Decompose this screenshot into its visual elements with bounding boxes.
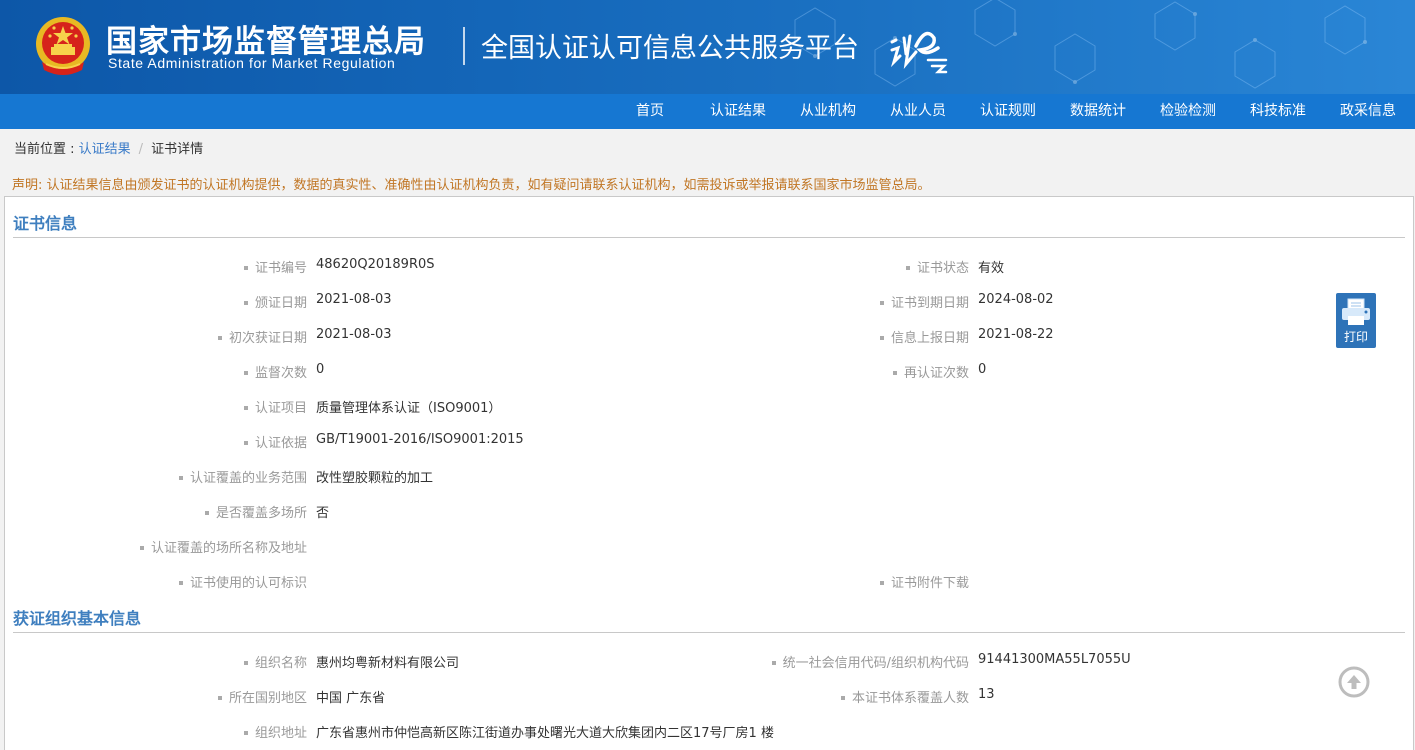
field-label: 证书使用的认可标识 (5, 572, 307, 591)
print-button[interactable]: 打印 (1336, 293, 1376, 348)
cert-section-title: 证书信息 (13, 214, 78, 233)
business-scope-value: 改性塑胶颗粒的加工 (316, 471, 434, 486)
field-label: 再认证次数 (665, 362, 969, 381)
field-label: 认证覆盖的场所名称及地址 (5, 537, 307, 556)
attachment-download-label[interactable]: 证书附件下载 (665, 572, 969, 591)
nav-item-institutions[interactable]: 从业机构 (800, 94, 856, 129)
disclaimer-notice: 声明: 认证结果信息由颁发证书的认证机构提供，数据的真实性、准确性由认证机构负责… (12, 178, 931, 193)
nav-item-home[interactable]: 首页 (636, 94, 664, 129)
field-label: 初次获证日期 (5, 327, 307, 346)
credit-code-value: 91441300MA55L7055U (978, 652, 1131, 667)
nav-item-cert-results[interactable]: 认证结果 (710, 94, 766, 129)
field-label: 信息上报日期 (665, 327, 969, 346)
back-to-top-icon[interactable] (1338, 666, 1370, 698)
region-value: 中国 广东省 (316, 691, 386, 706)
issue-date-value: 2021-08-03 (316, 292, 392, 307)
main-nav: 首页 认证结果 从业机构 从业人员 认证规则 数据统计 检验检测 科技标准 政采… (0, 94, 1415, 129)
field-label: 颁证日期 (5, 292, 307, 311)
field-label: 证书到期日期 (665, 292, 969, 311)
org-name-en: State Administration for Market Regulati… (108, 55, 396, 71)
site-header: 国家市场监督管理总局 State Administration for Mark… (0, 0, 1415, 94)
platform-title: 全国认证认可信息公共服务平台 (481, 33, 859, 64)
org-name-value: 惠州均粤新材料有限公司 (316, 656, 460, 671)
cert-basis-value: GB/T19001-2016/ISO9001:2015 (316, 432, 524, 447)
multi-site-value: 否 (316, 506, 330, 521)
renyun-logo-icon (890, 31, 948, 74)
header-divider (463, 27, 465, 65)
field-label: 所在国别地区 (5, 687, 307, 706)
print-label: 打印 (1343, 330, 1368, 344)
cert-number-value: 48620Q20189R0S (316, 257, 435, 272)
cert-status-value: 有效 (978, 261, 1005, 276)
nav-item-inspection[interactable]: 检验检测 (1160, 94, 1216, 129)
field-label: 认证项目 (5, 397, 307, 416)
nav-item-procurement[interactable]: 政采信息 (1340, 94, 1396, 129)
report-date-value: 2021-08-22 (978, 327, 1054, 342)
field-label: 是否覆盖多场所 (5, 502, 307, 521)
breadcrumb-current: 证书详情 (151, 142, 204, 157)
field-label: 监督次数 (5, 362, 307, 381)
field-label: 证书编号 (5, 257, 307, 276)
cert-project-value: 质量管理体系认证（ISO9001） (316, 401, 502, 416)
nav-item-standards[interactable]: 科技标准 (1250, 94, 1306, 129)
section-divider (13, 237, 1405, 238)
nav-item-personnel[interactable]: 从业人员 (890, 94, 946, 129)
field-label: 证书状态 (665, 257, 969, 276)
field-label: 组织名称 (5, 652, 307, 671)
field-label: 本证书体系覆盖人数 (665, 687, 969, 706)
breadcrumb-separator: / (138, 142, 144, 157)
recert-count-value: 0 (978, 362, 987, 377)
first-cert-date-value: 2021-08-03 (316, 327, 392, 342)
org-section-title: 获证组织基本信息 (13, 609, 142, 628)
nav-item-statistics[interactable]: 数据统计 (1070, 94, 1126, 129)
section-divider (13, 632, 1405, 633)
detail-panel: 证书信息 证书编号 48620Q20189R0S 颁证日期 2021-08-03… (4, 196, 1414, 750)
printer-icon (1342, 298, 1370, 325)
breadcrumb-prefix: 当前位置 : (14, 142, 79, 157)
breadcrumb: 当前位置 : 认证结果 / 证书详情 (14, 138, 203, 157)
field-label: 统一社会信用代码/组织机构代码 (665, 652, 969, 671)
org-address-value: 广东省惠州市仲恺高新区陈江街道办事处曙光大道大欣集团内二区17号厂房1 楼 (316, 726, 774, 741)
supervision-count-value: 0 (316, 362, 325, 377)
field-label: 认证依据 (5, 432, 307, 451)
national-emblem-icon (36, 17, 90, 75)
field-label: 认证覆盖的业务范围 (5, 467, 307, 486)
expiry-date-value: 2024-08-02 (978, 292, 1054, 307)
field-label: 组织地址 (5, 722, 307, 741)
nav-item-rules[interactable]: 认证规则 (980, 94, 1036, 129)
breadcrumb-link-cert-results[interactable]: 认证结果 (79, 142, 131, 157)
covered-people-value: 13 (978, 687, 995, 702)
